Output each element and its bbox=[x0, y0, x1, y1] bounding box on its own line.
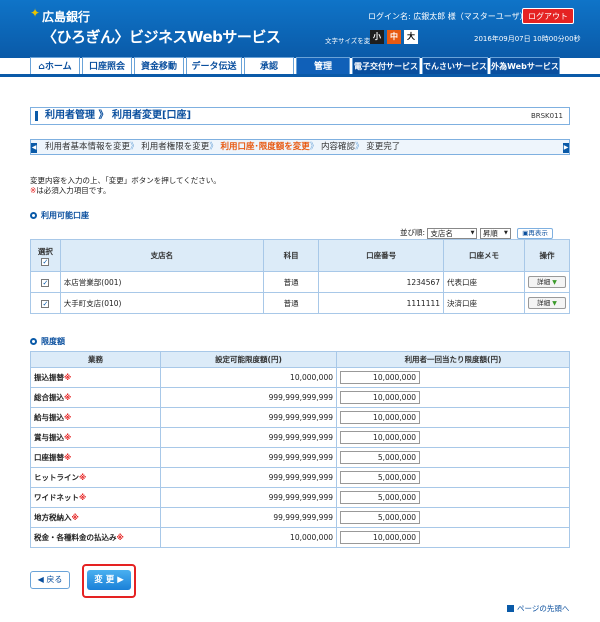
tab-approval[interactable]: 承認 bbox=[244, 57, 294, 75]
step-chevron-icon: 》 bbox=[309, 142, 319, 152]
table-row: 総合振込※ 999,999,999,999 10,000,000 bbox=[30, 387, 570, 408]
col-business: 業務 bbox=[30, 351, 161, 368]
col-branch: 支店名 bbox=[59, 239, 265, 272]
tab-forex[interactable]: 外為Webサービス bbox=[490, 57, 560, 75]
table-row: ヒットライン※ 999,999,999,999 5,000,000 bbox=[30, 467, 570, 488]
limit-input[interactable]: 10,000,000 bbox=[340, 531, 420, 544]
step-1: 利用者基本情報を変更 bbox=[45, 142, 131, 152]
instruction-text: 変更内容を入力の上、「変更」ボタンを押してください。 ※は必須入力項目です。 bbox=[30, 176, 221, 195]
dropdown-icon: ▼ bbox=[552, 279, 557, 286]
table-row: 振込振替※ 10,000,000 10,000,000 bbox=[30, 367, 570, 388]
bank-name: 広島銀行 bbox=[42, 10, 91, 24]
limit-table: 業務 設定可能限度額(円) 利用者一回当たり限度額(円) 振込振替※ 10,000… bbox=[30, 351, 570, 548]
step-chevron-icon: 》 bbox=[130, 142, 139, 152]
limit-input[interactable]: 5,000,000 bbox=[340, 471, 420, 484]
nav-divider bbox=[0, 74, 600, 77]
tab-data-transmission[interactable]: データ伝送 bbox=[186, 57, 242, 75]
detail-button[interactable]: 詳細 ▼ bbox=[528, 276, 566, 288]
row-checkbox[interactable]: ✓ bbox=[41, 278, 50, 287]
limit-input[interactable]: 10,000,000 bbox=[340, 431, 420, 444]
table-row: ✓ 本店営業部(001) 普通 1234567 代表口座 詳細 ▼ bbox=[30, 271, 570, 293]
table-row: ワイドネット※ 999,999,999,999 5,000,000 bbox=[30, 487, 570, 508]
tab-fund-transfer[interactable]: 資金移動 bbox=[134, 57, 184, 75]
table-row: 賞与振込※ 999,999,999,999 10,000,000 bbox=[30, 427, 570, 448]
account-table: 選択 ✓ 支店名 科目 口座番号 口座メモ 操作 ✓ 本店営業部(001) 普通 … bbox=[30, 239, 570, 314]
table-row: 給与振込※ 999,999,999,999 10,000,000 bbox=[30, 407, 570, 428]
limit-input[interactable]: 5,000,000 bbox=[340, 511, 420, 524]
app-header: ✦ 広島銀行 〈ひろぎん〉ビジネスWebサービス ログイン名: 広銀太郎 様（マ… bbox=[0, 0, 600, 58]
limit-input[interactable]: 10,000,000 bbox=[340, 391, 420, 404]
limit-input[interactable]: 10,000,000 bbox=[340, 371, 420, 384]
page-top-link[interactable]: ページの先頭へ bbox=[507, 603, 569, 614]
col-select: 選択 ✓ bbox=[30, 239, 61, 272]
current-datetime: 2016年09月07日 10時00分00秒 bbox=[474, 35, 581, 43]
step-chevron-icon: 》 bbox=[209, 142, 218, 152]
tab-e-delivery[interactable]: 電子交付サービス bbox=[352, 57, 420, 75]
screen-id: BRSK011 bbox=[530, 112, 563, 120]
limit-input[interactable]: 5,000,000 bbox=[340, 491, 420, 504]
section-accounts-title: 利用可能口座 bbox=[30, 210, 89, 221]
tab-densai[interactable]: でんさいサービス bbox=[422, 57, 488, 75]
col-action: 操作 bbox=[524, 239, 570, 272]
step-5: 変更完了 bbox=[366, 142, 401, 152]
col-subject: 科目 bbox=[262, 239, 320, 272]
dropdown-icon: ▼ bbox=[552, 300, 557, 307]
login-name: ログイン名: 広銀太郎 様（マスターユーザ） bbox=[368, 12, 528, 21]
row-checkbox[interactable]: ✓ bbox=[41, 299, 50, 308]
detail-button[interactable]: 詳細 ▼ bbox=[528, 297, 566, 309]
chevron-right-icon: ▶ bbox=[117, 575, 124, 585]
section-bullet-icon bbox=[30, 212, 37, 219]
section-bullet-icon bbox=[30, 338, 37, 345]
page-title: 利用者管理 》 利用者変更[口座] BRSK011 bbox=[30, 107, 570, 125]
step-2: 利用者権限を変更 bbox=[141, 142, 210, 152]
limit-input[interactable]: 5,000,000 bbox=[340, 451, 420, 464]
table-row: 税金・各種料金の払込み※ 10,000,000 10,000,000 bbox=[30, 527, 570, 548]
logout-button[interactable]: ログアウト bbox=[522, 8, 574, 24]
step-4: 内容確認 bbox=[320, 142, 355, 152]
step-left-arrow-icon: ◀ bbox=[31, 143, 37, 153]
service-name: 〈ひろぎん〉ビジネスWebサービス bbox=[42, 28, 281, 46]
change-button[interactable]: 変 更 ▶ bbox=[87, 570, 131, 590]
col-memo: 口座メモ bbox=[443, 239, 525, 272]
sort-field-select[interactable]: 支店名 bbox=[427, 227, 478, 239]
redisplay-button[interactable]: ▣再表示 bbox=[517, 227, 553, 239]
step-3-current: 利用口座･限度額を変更 bbox=[220, 142, 310, 152]
font-large-button[interactable]: 大 bbox=[404, 30, 418, 44]
tab-account-inquiry[interactable]: 口座照会 bbox=[82, 57, 132, 75]
section-limits-title: 限度額 bbox=[30, 336, 65, 347]
col-per-use: 利用者一回当たり限度額(円) bbox=[336, 351, 570, 368]
limit-input[interactable]: 10,000,000 bbox=[340, 411, 420, 424]
tab-management[interactable]: 管理 bbox=[296, 57, 350, 75]
step-right-arrow-icon: ▶ bbox=[563, 143, 569, 153]
step-chevron-icon: 》 bbox=[354, 142, 364, 152]
col-configurable: 設定可能限度額(円) bbox=[160, 351, 337, 368]
font-medium-button[interactable]: 中 bbox=[387, 30, 401, 44]
back-button[interactable]: ◀ 戻る bbox=[30, 571, 70, 589]
col-number: 口座番号 bbox=[318, 239, 445, 272]
table-row: 口座振替※ 999,999,999,999 5,000,000 bbox=[30, 447, 570, 468]
sort-controls: 並び順: 支店名 昇順 ▣再表示 bbox=[400, 227, 553, 239]
chevron-left-icon: ◀ bbox=[37, 575, 44, 584]
arrow-up-icon bbox=[507, 605, 514, 612]
font-small-button[interactable]: 小 bbox=[370, 30, 384, 44]
sort-order-select[interactable]: 昇順 bbox=[479, 227, 511, 239]
step-indicator: ◀ 利用者基本情報を変更》 利用者権限を変更》 利用口座･限度額を変更》 内容確… bbox=[30, 139, 570, 155]
select-all-checkbox[interactable]: ✓ bbox=[41, 257, 50, 266]
main-nav: ⌂ホーム 口座照会 資金移動 データ伝送 承認 管理 電子交付サービス でんさい… bbox=[30, 57, 570, 75]
table-row: 地方税納入※ 99,999,999,999 5,000,000 bbox=[30, 507, 570, 528]
table-row: ✓ 大手町支店(010) 普通 1111111 決済口座 詳細 ▼ bbox=[30, 292, 570, 314]
tab-home[interactable]: ⌂ホーム bbox=[30, 57, 80, 75]
